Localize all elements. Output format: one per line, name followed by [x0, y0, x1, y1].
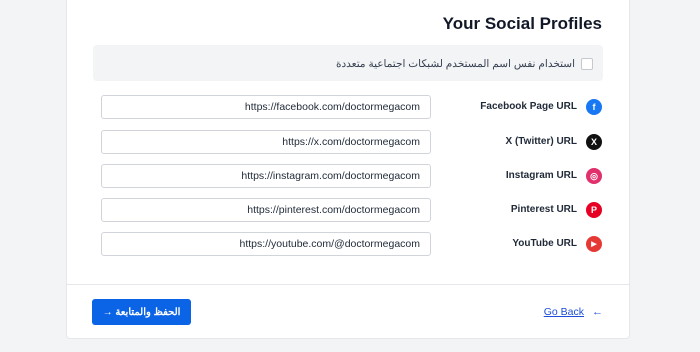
pinterest-icon: P: [586, 202, 602, 218]
same-username-checkbox[interactable]: [581, 58, 593, 70]
go-back-label[interactable]: Go Back: [544, 306, 584, 318]
x-twitter-icon: X: [586, 134, 602, 150]
social-profiles-card: Your Social Profiles استخدام نفس اسم الم…: [66, 0, 630, 339]
facebook-url-label: Facebook Page URL: [480, 101, 577, 112]
same-username-option[interactable]: استخدام نفس اسم المستخدم لشبكات اجتماعية…: [93, 45, 603, 81]
profile-row-instagram: Instagram URL ◎: [67, 164, 629, 190]
footer-divider: [67, 284, 629, 285]
twitter-url-input[interactable]: [101, 130, 431, 154]
pinterest-url-input[interactable]: [101, 198, 431, 222]
youtube-url-input[interactable]: [101, 232, 431, 256]
instagram-url-label: Instagram URL: [505, 170, 577, 181]
youtube-url-label: YouTube URL: [512, 238, 577, 249]
facebook-icon: f: [586, 99, 602, 115]
page-title: Your Social Profiles: [442, 14, 602, 33]
save-and-continue-button[interactable]: الحفظ والمتابعة →: [92, 299, 191, 325]
arrow-left-icon: ←: [592, 306, 603, 318]
go-back-link[interactable]: Go Back ←: [544, 306, 603, 318]
instagram-url-input[interactable]: [101, 164, 431, 188]
twitter-url-label: X (Twitter) URL: [505, 136, 577, 147]
profile-row-youtube: YouTube URL ▶: [67, 232, 629, 258]
facebook-url-input[interactable]: [101, 95, 431, 119]
profile-row-twitter: X (Twitter) URL X: [67, 130, 629, 156]
profile-row-facebook: Facebook Page URL f: [67, 95, 629, 121]
pinterest-url-label: Pinterest URL: [510, 204, 577, 215]
youtube-icon: ▶: [586, 236, 602, 252]
profile-row-pinterest: Pinterest URL P: [67, 198, 629, 224]
instagram-icon: ◎: [586, 168, 602, 184]
same-username-label: استخدام نفس اسم المستخدم لشبكات اجتماعية…: [335, 58, 575, 70]
